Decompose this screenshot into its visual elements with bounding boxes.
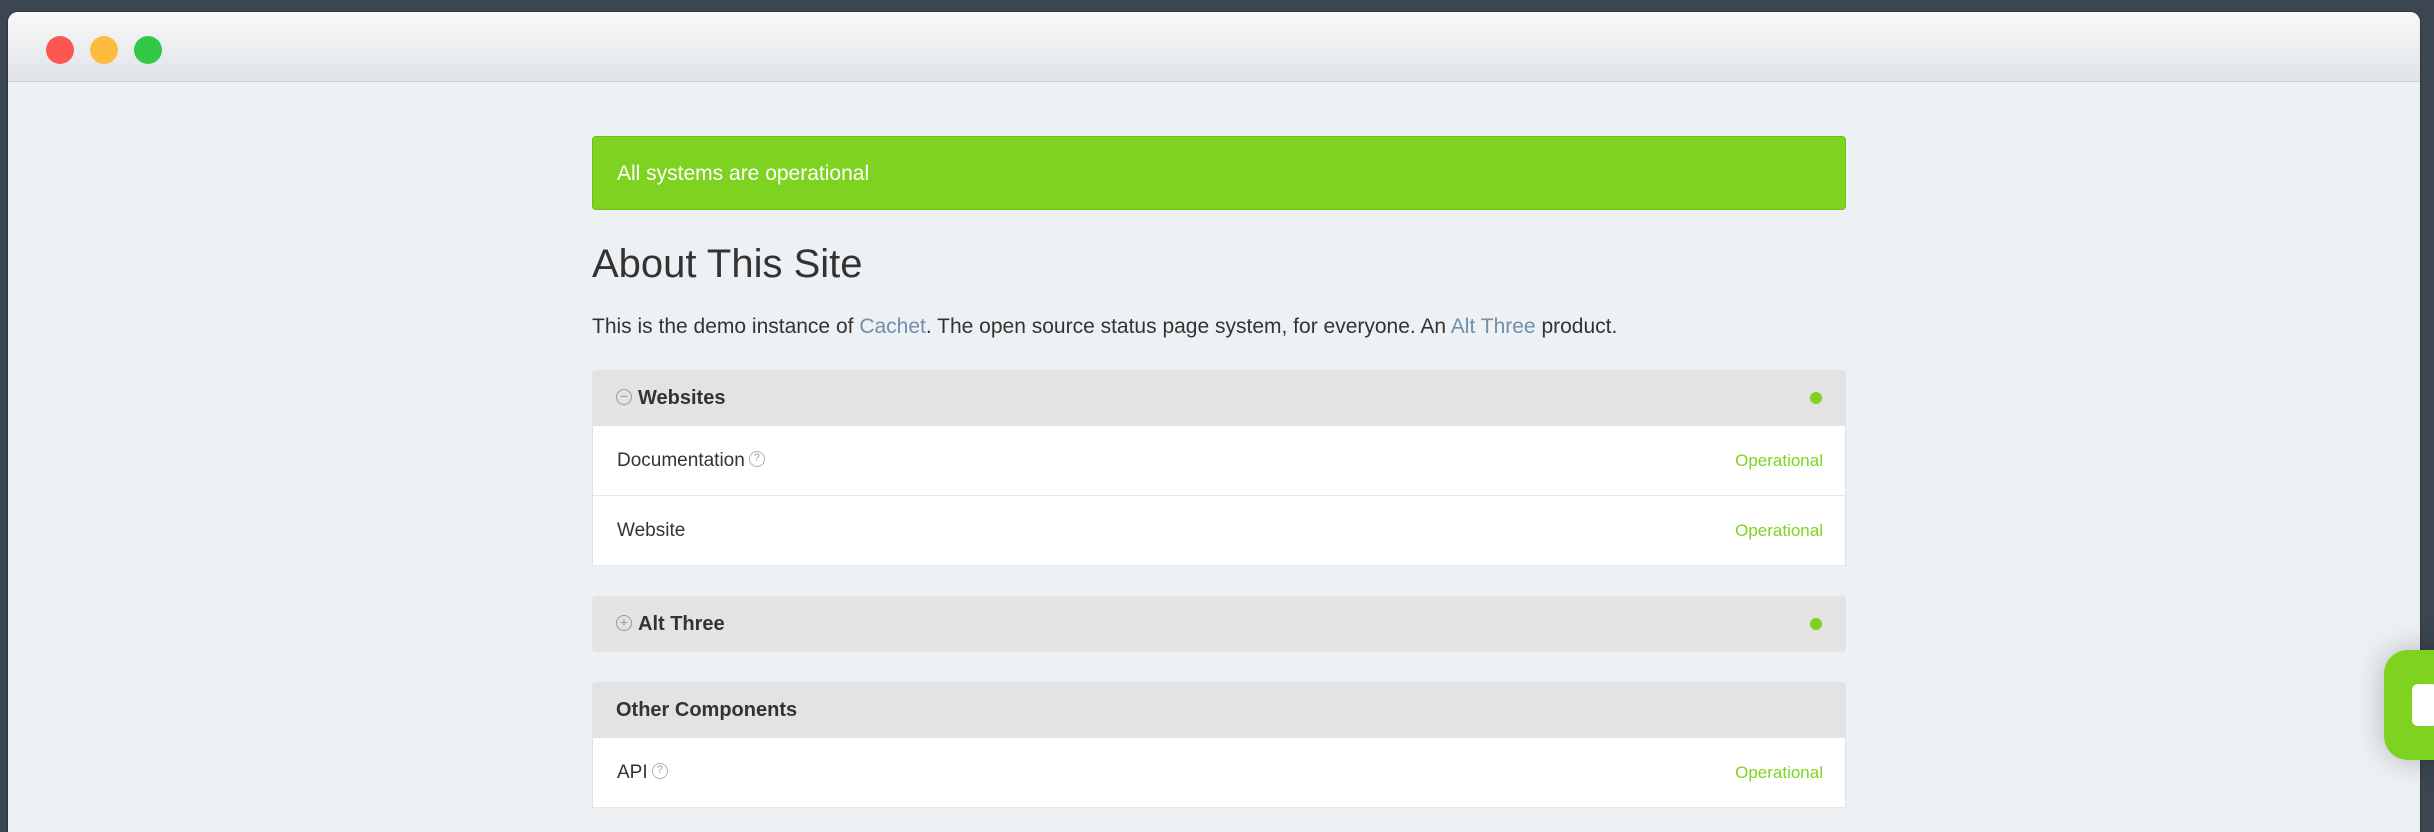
group-header-other-components: Other Components [592, 682, 1846, 738]
about-text-before: This is the demo instance of [592, 315, 860, 338]
question-circle-icon[interactable]: ? [748, 451, 765, 468]
component-group-websites: − Websites Documentation? Operational Web… [592, 370, 1846, 566]
component-status: Operational [1735, 521, 1823, 540]
close-window-button[interactable] [46, 36, 74, 64]
group-status-dot [1810, 392, 1822, 404]
group-name: Alt Three [638, 613, 725, 635]
plus-circle-icon[interactable]: + [616, 615, 632, 632]
component-row: Website Operational [592, 496, 1846, 566]
status-page-content: All systems are operational About This S… [592, 136, 1846, 808]
about-text-after: product. [1535, 315, 1618, 338]
component-name: Documentation [617, 450, 745, 471]
group-status-dot [1810, 618, 1822, 630]
component-row: API? Operational [592, 738, 1846, 808]
chat-icon [2412, 684, 2434, 726]
chat-widget-button[interactable] [2384, 650, 2434, 760]
window-titlebar [8, 12, 2420, 82]
group-name: Websites [638, 387, 726, 409]
maximize-window-button[interactable] [134, 36, 162, 64]
about-description: This is the demo instance of Cachet. The… [592, 312, 1846, 342]
component-row: Documentation? Operational [592, 426, 1846, 496]
minus-circle-icon[interactable]: − [616, 389, 632, 406]
page-title: About This Site [592, 242, 863, 286]
about-text-middle: . The open source status page system, fo… [925, 315, 1451, 338]
browser-window: All systems are operational About This S… [8, 12, 2420, 832]
component-group-other: Other Components API? Operational [592, 682, 1846, 808]
component-name: Website [617, 520, 686, 541]
alt-three-link[interactable]: Alt Three [1451, 315, 1536, 338]
group-header-websites[interactable]: − Websites [592, 370, 1846, 426]
component-group-alt-three: + Alt Three [592, 596, 1846, 652]
group-header-alt-three[interactable]: + Alt Three [592, 596, 1846, 652]
question-circle-icon[interactable]: ? [651, 763, 668, 780]
component-name: API [617, 762, 648, 783]
component-status: Operational [1735, 763, 1823, 782]
component-status: Operational [1735, 451, 1823, 470]
minimize-window-button[interactable] [90, 36, 118, 64]
group-name: Other Components [616, 699, 798, 721]
cachet-link[interactable]: Cachet [859, 315, 926, 338]
system-status-banner: All systems are operational [592, 136, 1846, 210]
